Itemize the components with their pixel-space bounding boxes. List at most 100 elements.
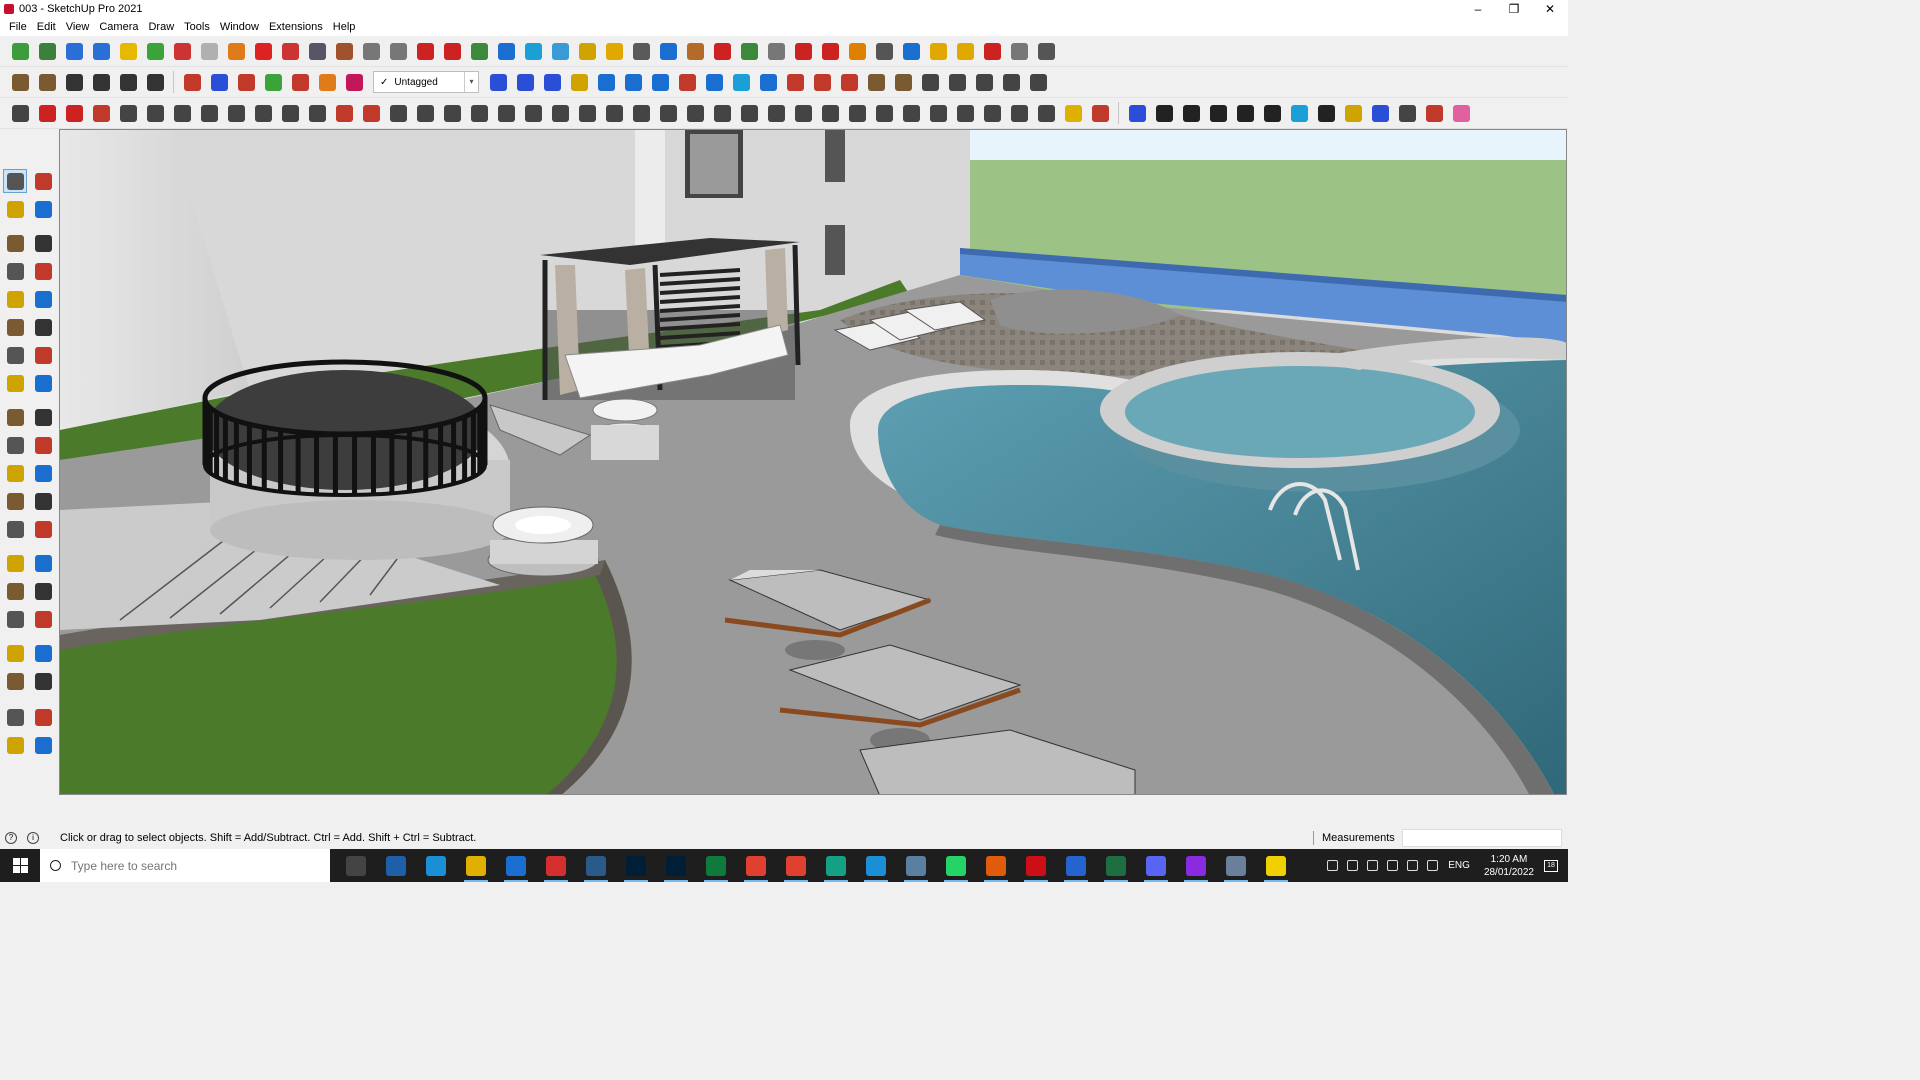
- toolbar-button[interactable]: [170, 101, 194, 125]
- scene-drawing[interactable]: [60, 130, 1567, 795]
- toolbar-button[interactable]: [486, 70, 510, 94]
- toolbar-button[interactable]: [278, 101, 302, 125]
- menu-help[interactable]: Help: [328, 21, 361, 33]
- calculator-icon[interactable]: [376, 849, 416, 882]
- snipping-icon[interactable]: [576, 849, 616, 882]
- app-3-icon[interactable]: [856, 849, 896, 882]
- toolbar-button[interactable]: [818, 39, 842, 63]
- toolbar-button[interactable]: [143, 70, 167, 94]
- menu-window[interactable]: Window: [215, 21, 264, 33]
- toolbar-button[interactable]: [810, 70, 834, 94]
- toolbar-button[interactable]: [648, 70, 672, 94]
- toolbar-button[interactable]: [710, 101, 734, 125]
- toolbar-button[interactable]: [756, 70, 780, 94]
- toolbar-button[interactable]: [224, 101, 248, 125]
- toolbar-button[interactable]: [116, 70, 140, 94]
- toolbar-button[interactable]: [359, 101, 383, 125]
- push-pull-icon[interactable]: [31, 371, 55, 395]
- polygon-icon[interactable]: [31, 287, 55, 311]
- toolbar-button[interactable]: [548, 101, 572, 125]
- notes-icon[interactable]: [896, 849, 936, 882]
- toolbar-button[interactable]: [513, 70, 537, 94]
- menu-edit[interactable]: Edit: [32, 21, 61, 33]
- chevron-down-icon[interactable]: ▾: [464, 72, 478, 92]
- minimize-button[interactable]: –: [1460, 0, 1496, 18]
- sticky-notes-icon[interactable]: [1256, 849, 1296, 882]
- menu-extensions[interactable]: Extensions: [264, 21, 328, 33]
- whatsapp-icon[interactable]: [936, 849, 976, 882]
- chrome-icon[interactable]: [736, 849, 776, 882]
- toolbar-button[interactable]: [278, 39, 302, 63]
- zoom-window-icon[interactable]: [31, 579, 55, 603]
- axes-icon[interactable]: [3, 517, 27, 541]
- arc-icon[interactable]: [3, 315, 27, 339]
- toolbar-button[interactable]: [972, 70, 996, 94]
- tape-measure-icon[interactable]: [3, 461, 27, 485]
- toolbar-button[interactable]: [764, 101, 788, 125]
- rotated-rectangle-icon[interactable]: [31, 259, 55, 283]
- toolbar-button[interactable]: [1125, 101, 1149, 125]
- toolbar-button[interactable]: [8, 101, 32, 125]
- toolbar-button[interactable]: [540, 70, 564, 94]
- line-icon[interactable]: [3, 231, 27, 255]
- explorer-icon[interactable]: [1216, 849, 1256, 882]
- orbit-icon[interactable]: [3, 551, 27, 575]
- toolbar-button[interactable]: [737, 39, 761, 63]
- toolbar-button[interactable]: [342, 70, 366, 94]
- scale-icon[interactable]: [3, 433, 27, 457]
- file-explorer-icon[interactable]: [456, 849, 496, 882]
- terminal-icon[interactable]: [816, 849, 856, 882]
- toolbar-button[interactable]: [1007, 39, 1031, 63]
- toolbar-button[interactable]: [656, 39, 680, 63]
- toolbar-button[interactable]: [35, 101, 59, 125]
- toolbar-button[interactable]: [918, 70, 942, 94]
- start-button[interactable]: [0, 849, 40, 882]
- toolbar-button[interactable]: [683, 39, 707, 63]
- toolbar-button[interactable]: [1314, 101, 1338, 125]
- menu-camera[interactable]: Camera: [94, 21, 143, 33]
- toolbar-button[interactable]: [521, 39, 545, 63]
- toolbar-button[interactable]: [494, 39, 518, 63]
- toolbar-button[interactable]: [872, 39, 896, 63]
- toolbar-button[interactable]: [494, 101, 518, 125]
- toolbar-button[interactable]: [224, 39, 248, 63]
- toolbar-button[interactable]: [575, 39, 599, 63]
- photoshop-icon[interactable]: [656, 849, 696, 882]
- toolbar-button[interactable]: [197, 39, 221, 63]
- rectangle-icon[interactable]: [3, 259, 27, 283]
- toolbar-button[interactable]: [1179, 101, 1203, 125]
- info-icon[interactable]: i: [27, 832, 39, 844]
- discord-icon[interactable]: [1136, 849, 1176, 882]
- section-plane-icon[interactable]: [31, 669, 55, 693]
- zoom-extents-icon[interactable]: [3, 607, 27, 631]
- opera-icon[interactable]: [1016, 849, 1056, 882]
- toolbar-button[interactable]: [629, 101, 653, 125]
- maximize-button[interactable]: ❐: [1496, 0, 1532, 18]
- toolbar-button[interactable]: [710, 39, 734, 63]
- volume-icon[interactable]: [1427, 860, 1439, 871]
- toolbar-button[interactable]: [783, 70, 807, 94]
- sandbox-icon[interactable]: [3, 705, 27, 729]
- toolbar-button[interactable]: [116, 101, 140, 125]
- toolbar-button[interactable]: [1026, 70, 1050, 94]
- toolbar-button[interactable]: [305, 39, 329, 63]
- toolbar-button[interactable]: [332, 101, 356, 125]
- offset-icon[interactable]: [31, 433, 55, 457]
- toolbar-button[interactable]: [386, 101, 410, 125]
- cloud-icon[interactable]: [1347, 860, 1359, 871]
- paint-bucket-icon[interactable]: [3, 197, 27, 221]
- menu-draw[interactable]: Draw: [143, 21, 179, 33]
- dimension-icon[interactable]: [31, 461, 55, 485]
- toolbar-button[interactable]: [35, 70, 59, 94]
- toolbar-button[interactable]: [675, 70, 699, 94]
- sketchup-icon[interactable]: [496, 849, 536, 882]
- toolbar-button[interactable]: [89, 39, 113, 63]
- 3d-text-icon[interactable]: [31, 517, 55, 541]
- toolbar-button[interactable]: [1368, 101, 1392, 125]
- toolbar-button[interactable]: [251, 39, 275, 63]
- toolbar-button[interactable]: [602, 39, 626, 63]
- walk-icon[interactable]: [3, 669, 27, 693]
- measurements-input[interactable]: [1402, 829, 1562, 847]
- toolbar-button[interactable]: [791, 101, 815, 125]
- toolbar-button[interactable]: [1260, 101, 1284, 125]
